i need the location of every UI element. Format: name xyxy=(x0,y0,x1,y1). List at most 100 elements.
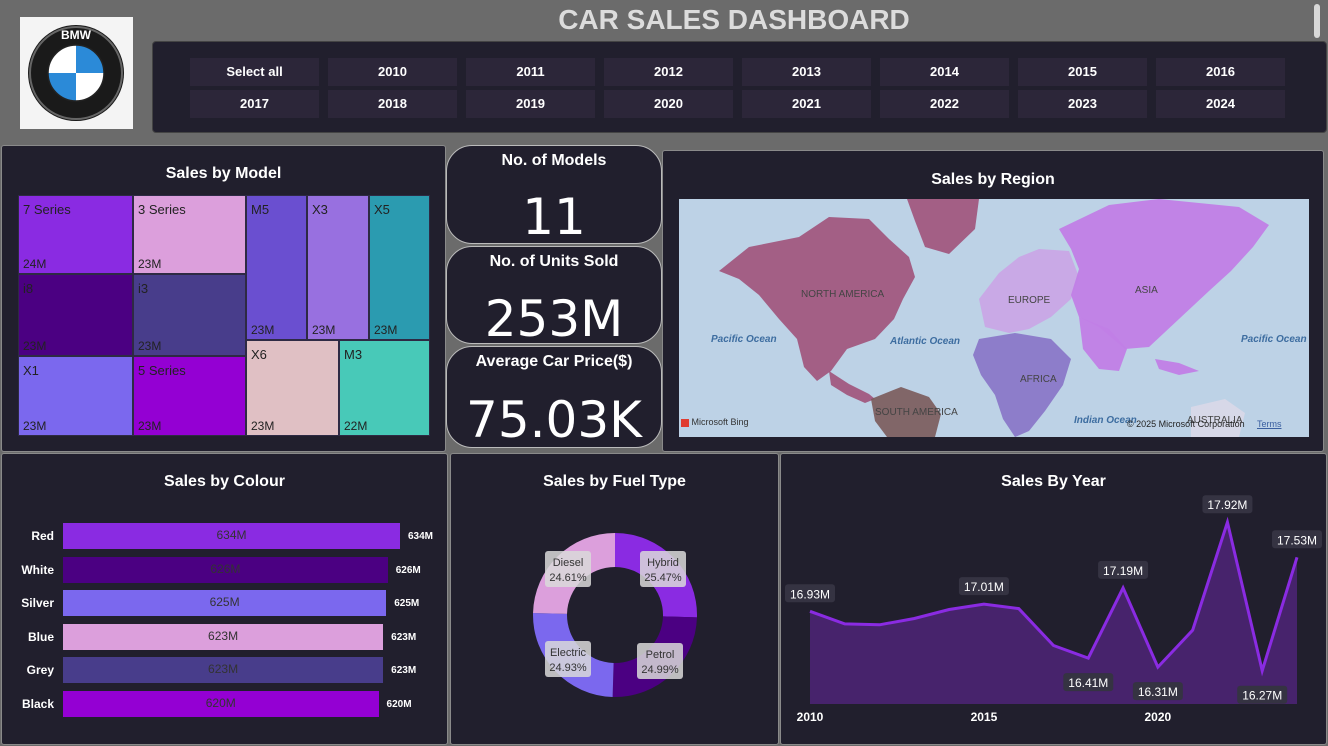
colour-bar-inner-label: 623M xyxy=(208,628,239,643)
area-fill xyxy=(810,522,1297,704)
treemap-tile-name: i8 xyxy=(23,281,34,296)
map-terms-link[interactable]: Terms xyxy=(1257,419,1282,429)
treemap-tile-x3[interactable]: X3 23M xyxy=(307,195,369,340)
donut-label-name: Hybrid xyxy=(647,557,679,569)
region-map[interactable]: NORTH AMERICA EUROPE ASIA AFRICA SOUTH A… xyxy=(679,199,1309,437)
ocean-label-atlantic: Atlantic Ocean xyxy=(890,336,961,347)
kpi-units-value: 253M xyxy=(484,290,624,348)
treemap-tile-m5[interactable]: M5 23M xyxy=(246,195,307,340)
year-slicer-item-2019[interactable]: 2019 xyxy=(466,90,595,118)
bing-attribution: Microsoft Bing xyxy=(681,417,749,427)
year-slicer-item-2022[interactable]: 2022 xyxy=(880,90,1009,118)
colour-bar[interactable]: 620M xyxy=(63,690,379,717)
map-copyright: © 2025 Microsoft Corporation xyxy=(1127,419,1245,429)
treemap-tile-name: M5 xyxy=(251,202,270,217)
colour-bar[interactable]: 634M xyxy=(63,523,400,549)
area-data-label: 16.27M xyxy=(1237,685,1288,704)
svg-text:16.31M: 16.31M xyxy=(1138,685,1178,699)
svg-text:16.93M: 16.93M xyxy=(790,587,830,601)
area-data-label: 16.93M xyxy=(785,584,835,603)
colour-bar-end-label: 623M xyxy=(391,665,417,676)
colour-bar-label: Silver xyxy=(21,596,54,610)
kpi-price-label: Average Car Price($) xyxy=(475,353,633,370)
colour-chart-title: Sales by Colour xyxy=(164,473,285,490)
treemap-tile-7-series[interactable]: 7 Series 24M xyxy=(18,195,133,274)
treemap-tile-value: 23M xyxy=(251,323,275,337)
region-label-europe: EUROPE xyxy=(1008,295,1051,306)
region-label-south-america: SOUTH AMERICA xyxy=(875,407,958,418)
colour-bar[interactable]: 623M xyxy=(63,623,384,650)
treemap-tile-5-series[interactable]: 5 Series 23M xyxy=(133,356,246,436)
year-slicer-item-2021[interactable]: 2021 xyxy=(742,90,871,118)
area-data-label: 17.53M xyxy=(1272,530,1322,549)
treemap-tile-name: M3 xyxy=(344,347,363,362)
region-label-africa: AFRICA xyxy=(1020,374,1057,385)
fuel-donut-chart: Hybrid 25.47% Petrol 24.99% Electric 24.93% Di… xyxy=(533,533,697,697)
treemap-tile-name: 5 Series xyxy=(138,363,186,378)
kpi-price-card: Average Car Price($) 75.03K xyxy=(446,346,662,449)
colour-bar-end-label: 634M xyxy=(408,531,434,542)
year-slicer-item-2017[interactable]: 2017 xyxy=(190,90,319,118)
treemap-tile-name: X6 xyxy=(251,347,267,362)
donut-label-hybrid: Hybrid 25.47% xyxy=(640,551,686,587)
treemap-tile-value: 23M xyxy=(138,419,162,433)
year-slicer-item-2020[interactable]: 2020 xyxy=(604,90,733,118)
year-slicer-item-select-all[interactable]: Select all xyxy=(190,58,319,86)
year-slicer-item-2011[interactable]: 2011 xyxy=(466,58,595,86)
colour-bar[interactable]: 623M xyxy=(63,657,384,683)
africa-shape xyxy=(973,333,1071,437)
treemap-tile-x5[interactable]: X5 23M xyxy=(369,195,430,340)
treemap-tile-name: X3 xyxy=(312,202,328,217)
fuel-chart-title: Sales by Fuel Type xyxy=(543,473,686,490)
year-slicer-item-2024[interactable]: 2024 xyxy=(1156,90,1285,118)
treemap-tile-m3[interactable]: M3 22M xyxy=(339,340,430,436)
year-slicer-item-2023[interactable]: 2023 xyxy=(1018,90,1147,118)
year-slicer-item-2013[interactable]: 2013 xyxy=(742,58,871,86)
treemap-tile-name: X5 xyxy=(374,202,390,217)
bing-provider-text: Microsoft Bing xyxy=(691,417,749,427)
treemap-tile-value: 24M xyxy=(23,257,47,271)
colour-bar[interactable]: 626M xyxy=(63,556,388,583)
colour-bar[interactable]: 625M xyxy=(63,590,387,616)
treemap-tile-x1[interactable]: X1 23M xyxy=(18,356,133,436)
logo-text: BMW xyxy=(61,28,92,42)
scrollbar[interactable] xyxy=(1314,4,1320,38)
treemap-tile-value: 23M xyxy=(23,419,47,433)
svg-text:17.01M: 17.01M xyxy=(964,580,1004,594)
donut-label-pct: 25.47% xyxy=(644,572,682,584)
colour-bar-inner-label: 623M xyxy=(208,662,239,676)
svg-text:17.92M: 17.92M xyxy=(1207,498,1247,512)
treemap-tile-3-series[interactable]: 3 Series 23M xyxy=(133,195,246,274)
colour-bar-end-label: 625M xyxy=(394,598,420,609)
x-tick-label: 2015 xyxy=(971,710,998,724)
svg-text:16.41M: 16.41M xyxy=(1068,676,1108,690)
donut-label-name: Diesel xyxy=(553,557,584,569)
svg-text:16.27M: 16.27M xyxy=(1242,689,1282,703)
year-slicer-item-2014[interactable]: 2014 xyxy=(880,58,1009,86)
donut-label-petrol: Petrol 24.99% xyxy=(637,643,683,679)
donut-label-pct: 24.93% xyxy=(549,662,587,674)
colour-bar-inner-label: 634M xyxy=(216,528,247,542)
kpi-models-label: No. of Models xyxy=(501,152,607,169)
year-slicer-item-2012[interactable]: 2012 xyxy=(604,58,733,86)
treemap-tile-i8[interactable]: i8 23M xyxy=(18,274,133,356)
treemap-tile-i3[interactable]: i3 23M xyxy=(133,274,246,356)
year-slicer-item-2016[interactable]: 2016 xyxy=(1156,58,1285,86)
treemap-tile-value: 23M xyxy=(23,339,47,353)
colour-bar-inner-label: 625M xyxy=(209,595,240,609)
ocean-label-pacific-east: Pacific Ocean xyxy=(1241,334,1307,345)
year-slicer-item-2018[interactable]: 2018 xyxy=(328,90,457,118)
year-slicer-item-2010[interactable]: 2010 xyxy=(328,58,457,86)
colour-bar-label: Blue xyxy=(27,629,54,644)
treemap-tile-name: 7 Series xyxy=(23,202,71,217)
year-slicer-item-2015[interactable]: 2015 xyxy=(1018,58,1147,86)
treemap-tile-x6[interactable]: X6 23M xyxy=(246,340,339,436)
kpi-models-value: 11 xyxy=(522,188,586,246)
model-treemap-title: Sales by Model xyxy=(165,165,282,182)
bing-logo-icon xyxy=(681,418,689,427)
kpi-models-card: No. of Models 11 xyxy=(446,145,662,246)
svg-text:17.19M: 17.19M xyxy=(1103,564,1143,578)
colour-bar-inner-label: 620M xyxy=(205,695,236,710)
treemap-tile-name: 3 Series xyxy=(138,202,186,217)
treemap-tile-name: i3 xyxy=(138,281,149,296)
